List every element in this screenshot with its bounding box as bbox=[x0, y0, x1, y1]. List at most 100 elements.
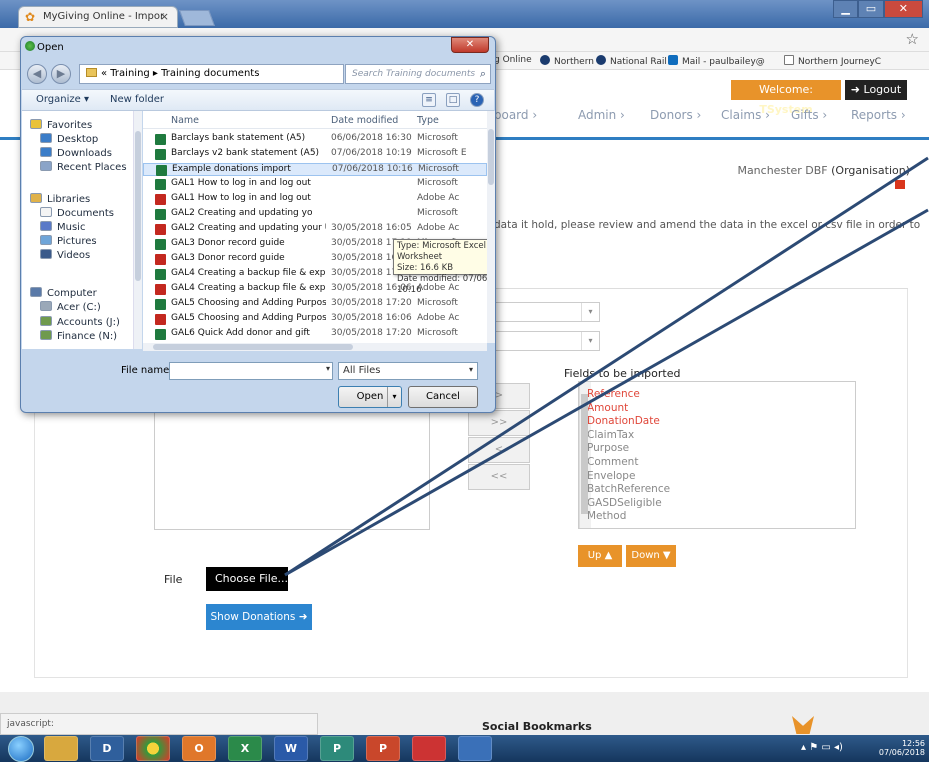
field-item[interactable]: Envelope bbox=[587, 470, 635, 482]
outlook-icon[interactable]: O bbox=[182, 736, 216, 761]
column-header-name[interactable]: Name bbox=[171, 115, 199, 126]
field-item[interactable]: BatchReference bbox=[587, 483, 670, 495]
bookmark-item[interactable]: Northern bbox=[540, 55, 594, 67]
help-icon[interactable]: ? bbox=[470, 93, 484, 107]
maximize-button[interactable]: ▭ bbox=[858, 0, 884, 18]
clock[interactable]: 12:56 07/06/2018 bbox=[879, 739, 925, 757]
field-item[interactable]: DonationDate bbox=[587, 415, 660, 427]
tab-close-button[interactable]: × bbox=[160, 10, 169, 23]
file-row[interactable]: GAL1 How to log in and log out Adobe Ac bbox=[143, 193, 487, 206]
forward-arrow-icon[interactable]: ▶ bbox=[51, 64, 71, 84]
minimize-button[interactable]: ▁ bbox=[833, 0, 859, 18]
nav-pane-item[interactable]: Libraries bbox=[30, 193, 90, 205]
nav-donors[interactable]: Donors › bbox=[650, 108, 701, 122]
nav-gifts[interactable]: Gifts › bbox=[791, 108, 827, 122]
cancel-button[interactable]: Cancel bbox=[408, 386, 478, 408]
scrollbar-thumb[interactable] bbox=[581, 394, 588, 514]
nav-reports[interactable]: Reports › bbox=[851, 108, 906, 122]
field-item[interactable]: ClaimTax bbox=[587, 429, 634, 441]
view-options-icon[interactable]: ≡ bbox=[422, 93, 436, 107]
powerpoint-icon[interactable]: P bbox=[366, 736, 400, 761]
open-split-arrow-icon[interactable]: ▾ bbox=[387, 387, 401, 407]
search-input[interactable]: Search Training documents ⌕ bbox=[345, 64, 491, 84]
nav-pane-item[interactable]: Documents bbox=[40, 207, 114, 219]
tray-icons[interactable]: ▴ ⚑ ▭ ◂) bbox=[801, 742, 843, 753]
browser-tab[interactable]: ✿ MyGiving Online - Impor × bbox=[18, 6, 178, 28]
flag-icon[interactable] bbox=[895, 180, 905, 189]
field-item[interactable]: Comment bbox=[587, 456, 638, 468]
new-tab-button[interactable] bbox=[179, 10, 215, 26]
choose-file-button[interactable]: Choose File... bbox=[206, 567, 288, 591]
nav-pane-item[interactable]: Accounts (J:) bbox=[40, 316, 120, 328]
bookmark-item[interactable]: g Online bbox=[494, 55, 532, 65]
scrollbar-thumb[interactable] bbox=[488, 129, 494, 185]
move-all-right-button[interactable]: >> bbox=[468, 410, 530, 436]
file-type-select[interactable]: All Files ▾ bbox=[338, 362, 478, 380]
horizontal-scrollbar[interactable] bbox=[143, 343, 487, 351]
column-header-type[interactable]: Type bbox=[417, 115, 439, 126]
field-item[interactable]: Reference bbox=[587, 388, 640, 400]
bookmark-star-icon[interactable]: ☆ bbox=[906, 30, 919, 48]
snipping-tool-icon[interactable] bbox=[458, 736, 492, 761]
back-arrow-icon[interactable]: ◀ bbox=[27, 64, 47, 84]
bookmark-item[interactable]: National Rail bbox=[596, 55, 667, 67]
word-icon[interactable]: W bbox=[274, 736, 308, 761]
dialog-close-button[interactable]: ✕ bbox=[451, 37, 489, 53]
nav-pane-item[interactable]: Computer bbox=[30, 287, 97, 299]
excel-icon[interactable]: X bbox=[228, 736, 262, 761]
scrollbar-thumb[interactable] bbox=[135, 131, 141, 281]
file-row[interactable]: Barclays v2 bank statement (A5) 07/06/201… bbox=[143, 148, 487, 161]
nav-pane-item[interactable]: Finance (N:) bbox=[40, 330, 117, 342]
nav-pane-item[interactable]: Videos bbox=[40, 249, 90, 261]
publisher-icon[interactable]: P bbox=[320, 736, 354, 761]
file-row[interactable]: GAL2 Creating and updating your User Pr.… bbox=[143, 223, 487, 236]
breadcrumb[interactable]: « Training ▸ Training documents bbox=[79, 64, 344, 84]
window-close-button[interactable]: ✕ bbox=[883, 0, 923, 18]
file-row[interactable]: GAL2 Creating and updating yo Microsoft bbox=[143, 208, 487, 221]
file-row[interactable]: Example donations import 07/06/2018 10:16… bbox=[143, 163, 487, 176]
nav-pane-item[interactable]: Recent Places bbox=[40, 161, 127, 173]
nav-pane-item[interactable]: Downloads bbox=[40, 147, 112, 159]
nav-claims[interactable]: Claims › bbox=[721, 108, 770, 122]
column-header-date[interactable]: Date modified bbox=[331, 115, 398, 126]
chevron-down-icon[interactable]: ▾ bbox=[326, 364, 330, 373]
bookmark-item[interactable]: Mail - paulbailey@ bbox=[668, 55, 765, 67]
file-name-input[interactable]: ▾ bbox=[169, 362, 333, 380]
nav-pane-item[interactable]: Favorites bbox=[30, 119, 92, 131]
nav-pane-scrollbar[interactable] bbox=[133, 111, 142, 349]
file-row[interactable]: GAL6 Quick Add donor and gift 30/05/2018 … bbox=[143, 328, 487, 341]
field-item[interactable]: Amount bbox=[587, 402, 628, 414]
move-all-left-button[interactable]: << bbox=[468, 464, 530, 490]
file-explorer-icon[interactable] bbox=[44, 736, 78, 761]
file-row[interactable]: Barclays bank statement (A5) 06/06/2018 1… bbox=[143, 133, 487, 146]
move-left-button[interactable]: < bbox=[468, 437, 530, 463]
nav-pane-item[interactable]: Pictures bbox=[40, 235, 97, 247]
new-folder-button[interactable]: New folder bbox=[110, 94, 164, 105]
organize-button[interactable]: Organize ▾ bbox=[36, 94, 89, 105]
file-list-scrollbar[interactable] bbox=[487, 111, 495, 343]
field-item[interactable]: Purpose bbox=[587, 442, 629, 454]
nav-pane-item[interactable]: Acer (C:) bbox=[40, 301, 101, 313]
start-button[interactable] bbox=[8, 736, 34, 762]
file-row[interactable]: GAL5 Choosing and Adding Purposes 30/05/2… bbox=[143, 313, 487, 326]
acrobat-icon[interactable] bbox=[412, 736, 446, 761]
nav-pane-item[interactable]: Music bbox=[40, 221, 85, 233]
field-item[interactable]: GASDSeligible bbox=[587, 497, 662, 509]
nav-admin[interactable]: Admin › bbox=[578, 108, 625, 122]
chrome-icon[interactable] bbox=[136, 736, 170, 761]
nav-pane-item[interactable]: Desktop bbox=[40, 133, 98, 145]
move-down-button[interactable]: Down ▼ bbox=[626, 545, 676, 567]
format-select[interactable]: ▾ bbox=[494, 331, 600, 351]
file-row[interactable]: GAL5 Choosing and Adding Purposes 30/05/2… bbox=[143, 298, 487, 311]
import-type-select[interactable]: ▾ bbox=[494, 302, 600, 322]
app-d-icon[interactable]: D bbox=[90, 736, 124, 761]
fields-to-import-list[interactable]: Reference Amount DonationDate ClaimTax Purpo… bbox=[578, 381, 856, 529]
file-row[interactable]: GAL1 How to log in and log out Microsoft bbox=[143, 178, 487, 191]
bookmark-item[interactable]: Northern JourneyC bbox=[784, 55, 881, 67]
scrollbar-thumb[interactable] bbox=[153, 344, 353, 350]
show-donations-button[interactable]: Show Donations ➜ bbox=[206, 604, 312, 630]
preview-pane-icon[interactable]: □ bbox=[446, 93, 460, 107]
field-item[interactable]: Method bbox=[587, 510, 626, 522]
move-up-button[interactable]: Up ▲ bbox=[578, 545, 622, 567]
open-button[interactable]: Open ▾ bbox=[338, 386, 402, 408]
